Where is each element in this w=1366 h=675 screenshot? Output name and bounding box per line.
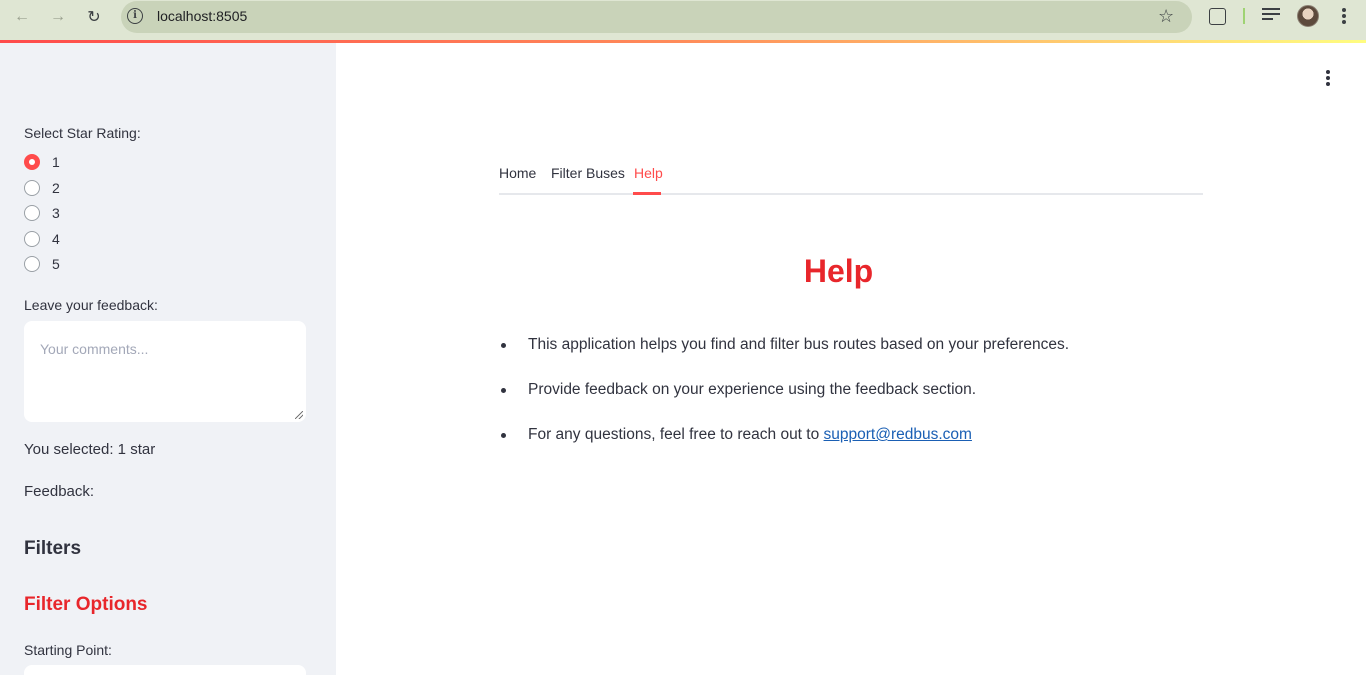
rating-option-2[interactable]: 2 [24,178,60,198]
extensions-icon[interactable] [1209,8,1226,25]
resize-handle-icon[interactable] [295,411,303,419]
app-menu-icon[interactable] [1320,69,1336,87]
feedback-summary-text: Feedback: [24,483,95,500]
rating-label: Select Star Rating: [24,125,141,141]
list-item: Provide feedback on your experience usin… [499,381,1199,426]
rating-option-label: 1 [52,154,60,170]
list-item: This application helps you find and filt… [499,336,1199,381]
tab-home[interactable]: Home [499,165,536,194]
list-item-text: Provide feedback on your experience usin… [528,381,977,398]
radio-button[interactable] [24,231,40,247]
feedback-placeholder: Your comments... [40,341,149,357]
arrow-left-icon: ← [14,8,30,25]
rating-option-5[interactable]: 5 [24,254,60,274]
starting-point-label: Starting Point: [24,642,112,658]
toolbar-divider [1243,8,1245,24]
back-button[interactable]: ← [8,6,36,28]
bookmark-star-icon[interactable]: ☆ [1158,6,1174,27]
browser-menu-icon[interactable] [1336,6,1352,26]
arrow-right-icon: → [50,8,66,25]
sidebar: Select Star Rating: 1 2 3 4 5 Leave your… [0,43,336,675]
profile-avatar[interactable] [1297,5,1319,27]
media-controls-icon[interactable] [1262,8,1280,24]
browser-toolbar: ← → ↻ i localhost:8505 ☆ [0,0,1366,41]
rating-option-label: 2 [52,180,60,196]
active-tab-indicator [633,192,661,195]
rating-option-label: 4 [52,231,60,247]
filter-options-heading: Filter Options [24,594,148,615]
support-email-link[interactable]: support@redbus.com [824,426,972,443]
feedback-label: Leave your feedback: [24,297,158,313]
list-item-text: This application helps you find and filt… [528,336,1070,353]
list-item: For any questions, feel free to reach ou… [499,426,1199,471]
radio-button[interactable] [24,205,40,221]
rating-option-label: 3 [52,205,60,221]
tab-bar: Home Filter Buses Help [499,164,1203,195]
site-info-icon[interactable]: i [127,8,143,24]
help-list: This application helps you find and filt… [499,336,1199,471]
radio-button[interactable] [24,180,40,196]
radio-button[interactable] [24,256,40,272]
page-title: Help [803,253,874,289]
url-text[interactable]: localhost:8505 [157,8,247,24]
starting-point-select[interactable] [24,665,306,675]
list-item-text: For any questions, feel free to reach ou… [528,426,824,443]
radio-button-checked[interactable] [24,154,40,170]
tab-filter-buses[interactable]: Filter Buses [551,165,625,194]
rating-option-4[interactable]: 4 [24,229,60,249]
rating-option-label: 5 [52,256,60,272]
feedback-textarea[interactable]: Your comments... [24,321,306,422]
address-bar[interactable] [121,1,1192,33]
reload-icon: ↻ [87,9,101,26]
reload-button[interactable]: ↻ [80,6,108,28]
forward-button[interactable]: → [44,6,72,28]
rating-option-3[interactable]: 3 [24,203,60,223]
tab-help[interactable]: Help [634,165,663,194]
rating-option-1[interactable]: 1 [24,152,60,172]
selected-rating-text: You selected: 1 star [24,441,156,458]
filters-heading: Filters [24,538,82,559]
